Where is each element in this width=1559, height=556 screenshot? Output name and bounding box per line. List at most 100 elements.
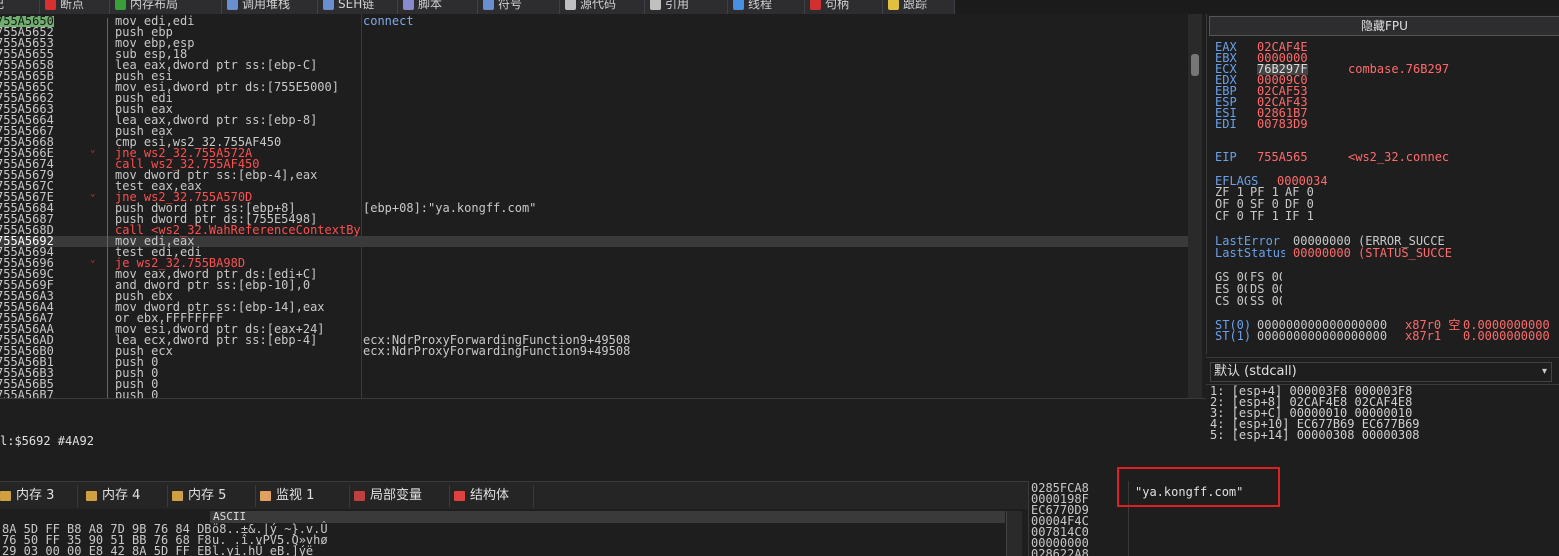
dump-tab-0[interactable]: 内存 3 <box>0 485 78 507</box>
toolbar-tab-label: 内存布局 <box>130 0 179 11</box>
register-name: EBP <box>1215 86 1237 97</box>
segment-register[interactable]: FS 0053 <box>1250 272 1282 283</box>
fpu-number: 0.0000000000 <box>1463 329 1550 343</box>
register-name: ESP <box>1215 97 1237 108</box>
scroll-thumb[interactable] <box>1191 54 1199 76</box>
struct-icon <box>454 491 465 501</box>
register-name: EAX <box>1215 42 1237 53</box>
dump-tab-label: 局部变量 <box>370 488 423 503</box>
toolbar-tab-label: 脚本 <box>418 0 443 11</box>
toolbar-tab-8[interactable]: 引用 <box>645 0 728 14</box>
register-value[interactable]: 00783D9 <box>1257 118 1308 130</box>
highlight-annotation-box <box>1117 467 1280 507</box>
calling-convention-select[interactable]: 默认 (stdcall) ▾ <box>1210 362 1552 382</box>
toolbar-tab-label: 符号 <box>498 0 523 11</box>
disassembly-scrollbar[interactable] <box>1188 14 1202 398</box>
call-stack-icon <box>227 0 238 10</box>
thread-icon <box>733 0 744 10</box>
toolbar-tab-label: 调用堆栈 <box>242 0 291 11</box>
eip-name: EIP <box>1215 150 1237 164</box>
jump-arrow-icon: ⌄ <box>90 189 96 199</box>
dump-tab-3[interactable]: 监视 1 <box>256 485 350 507</box>
toolbar-tab-7[interactable]: 源代码 <box>560 0 645 14</box>
reference-icon <box>650 0 661 10</box>
fpu-tag: x87r1 <box>1405 329 1442 343</box>
fpu-value[interactable]: 000000000000000000 <box>1257 331 1403 342</box>
chevron-down-icon: ▾ <box>1541 366 1547 377</box>
stack-arguments: 1: [esp+4] 000003F8 000003F8 2: [esp+8] 0… <box>1206 385 1559 465</box>
toolbar-tab-5[interactable]: 脚本 <box>398 0 478 14</box>
address-column: 755A5650 755A5652 755A5653 755A5655 755A5658… <box>0 14 80 398</box>
trace-icon <box>888 0 899 10</box>
disasm-comment: ecx:NdrProxyForwardingFunction9+49508 <box>363 344 631 358</box>
disassembly-view[interactable]: 755A5650 755A5652 755A5653 755A5655 755A5658… <box>0 14 1188 398</box>
toolbar-tab-label: 跟踪 <box>903 0 928 11</box>
dump-tabs: 内存 3 内存 4 内存 5 监视 1 局部变量 结构体 <box>0 481 1028 509</box>
toolbar-tab-1[interactable]: 断点 <box>40 0 110 14</box>
memory-icon <box>0 491 11 501</box>
flag-item[interactable]: TF 1 <box>1250 210 1279 222</box>
segment-register[interactable]: SS 002B <box>1250 296 1282 307</box>
dump-scrollbar[interactable] <box>1006 511 1022 556</box>
register-name: EDI <box>1215 119 1237 130</box>
toolbar-tab-11[interactable]: 跟踪 <box>883 0 955 14</box>
disasm-instruction[interactable]: push 0 <box>115 389 158 398</box>
breakpoint-icon <box>45 0 56 10</box>
instruction-column: mov edi,edi push ebp mov ebp,esp sub esp,18… <box>115 14 360 398</box>
info-text: l:$5692 #4A92 <box>0 434 94 448</box>
registers-panel: 隐藏FPU EAX 02CAF4E EBX 0000000 ECX 76B297F comb… <box>1206 14 1559 354</box>
dump-tab-5[interactable]: 结构体 <box>450 485 534 507</box>
register-name: EDX <box>1215 75 1237 86</box>
dump-tab-label: 内存 5 <box>188 488 227 503</box>
toolbar-tab-6[interactable]: 符号 <box>478 0 560 14</box>
locals-icon <box>354 491 365 501</box>
memory-icon <box>86 491 97 501</box>
disasm-comment: connect <box>363 14 414 28</box>
flag-item[interactable]: IF 1 <box>1285 210 1314 222</box>
toolbar: 笔记 断点 内存布局 调用堆栈 SEH链 脚本 符号 源代码 引用 线程 句柄 跟踪 <box>0 0 1559 14</box>
stack-view[interactable]: 0285FCA8 0000198F EC6770D9 00004F4C 007814C0… <box>1028 481 1559 556</box>
dump-hex[interactable]: 29 03 00 00 E8 42 8A 5D FF EB <box>2 545 212 556</box>
toolbar-tab-label: 笔记 <box>0 0 4 11</box>
calling-convention-bar: 默认 (stdcall) ▾ <box>1206 357 1559 385</box>
disasm-address[interactable]: 755A56B7 <box>0 389 54 398</box>
toolbar-tab-3[interactable]: 调用堆栈 <box>222 0 318 14</box>
toolbar-tab-label: 引用 <box>665 0 690 11</box>
toolbar-tab-10[interactable]: 句柄 <box>805 0 883 14</box>
fpu-name: ST(1) <box>1215 331 1252 342</box>
toolbar-tab-2[interactable]: 内存布局 <box>110 0 222 14</box>
stack-address[interactable]: 028622A8 <box>1031 548 1089 556</box>
toolbar-tab-label: 断点 <box>60 0 85 11</box>
dump-tab-2[interactable]: 内存 5 <box>168 485 256 507</box>
toolbar-tab-4[interactable]: SEH链 <box>318 0 398 14</box>
hide-fpu-button[interactable]: 隐藏FPU <box>1209 16 1559 36</box>
register-name: ESI <box>1215 108 1237 119</box>
watch-icon <box>260 491 271 501</box>
flag-item[interactable]: CF 0 <box>1215 210 1244 222</box>
fpu-value[interactable]: 000000000000000000 <box>1257 320 1403 331</box>
info-pane: l:$5692 #4A92 <box>0 398 1206 480</box>
source-code-icon <box>565 0 576 10</box>
segment-register[interactable]: DS 002B <box>1250 284 1282 295</box>
eip-value[interactable]: 755A565 <box>1257 151 1308 163</box>
memory-dump[interactable]: ASCII 8A 5D FF B8 A8 7D 9B 76 84 DB ö8..±… <box>0 509 1028 556</box>
register-comment: combase.76B297 <box>1348 62 1450 76</box>
script-icon <box>403 0 414 10</box>
toolbar-tab-0[interactable]: 笔记 <box>0 0 40 14</box>
toolbar-tab-label: 线程 <box>748 0 773 11</box>
ascii-column-header: ASCII <box>210 511 1005 523</box>
toolbar-tab-label: SEH链 <box>338 0 375 11</box>
toolbar-tab-label: 句柄 <box>825 0 850 11</box>
dump-tab-label: 监视 1 <box>276 488 315 503</box>
register-name: EBX <box>1215 53 1237 64</box>
toolbar-tab-9[interactable]: 线程 <box>728 0 805 14</box>
dump-ascii[interactable]: l.yi.hÜ eB.]ýë <box>212 545 313 556</box>
stack-argument[interactable]: 5: [esp+14] 00000308 00000308 <box>1210 429 1420 441</box>
last-status-value[interactable]: 00000000 (STATUS_SUCCE <box>1293 247 1452 259</box>
segment-register[interactable]: ES 002B <box>1215 284 1247 295</box>
segment-register[interactable]: CS 0023 <box>1215 296 1247 307</box>
segment-register[interactable]: GS 002B <box>1215 272 1247 283</box>
dump-tab-4[interactable]: 局部变量 <box>350 485 450 507</box>
dump-tab-1[interactable]: 内存 4 <box>82 485 168 507</box>
function-bracket <box>107 18 113 398</box>
